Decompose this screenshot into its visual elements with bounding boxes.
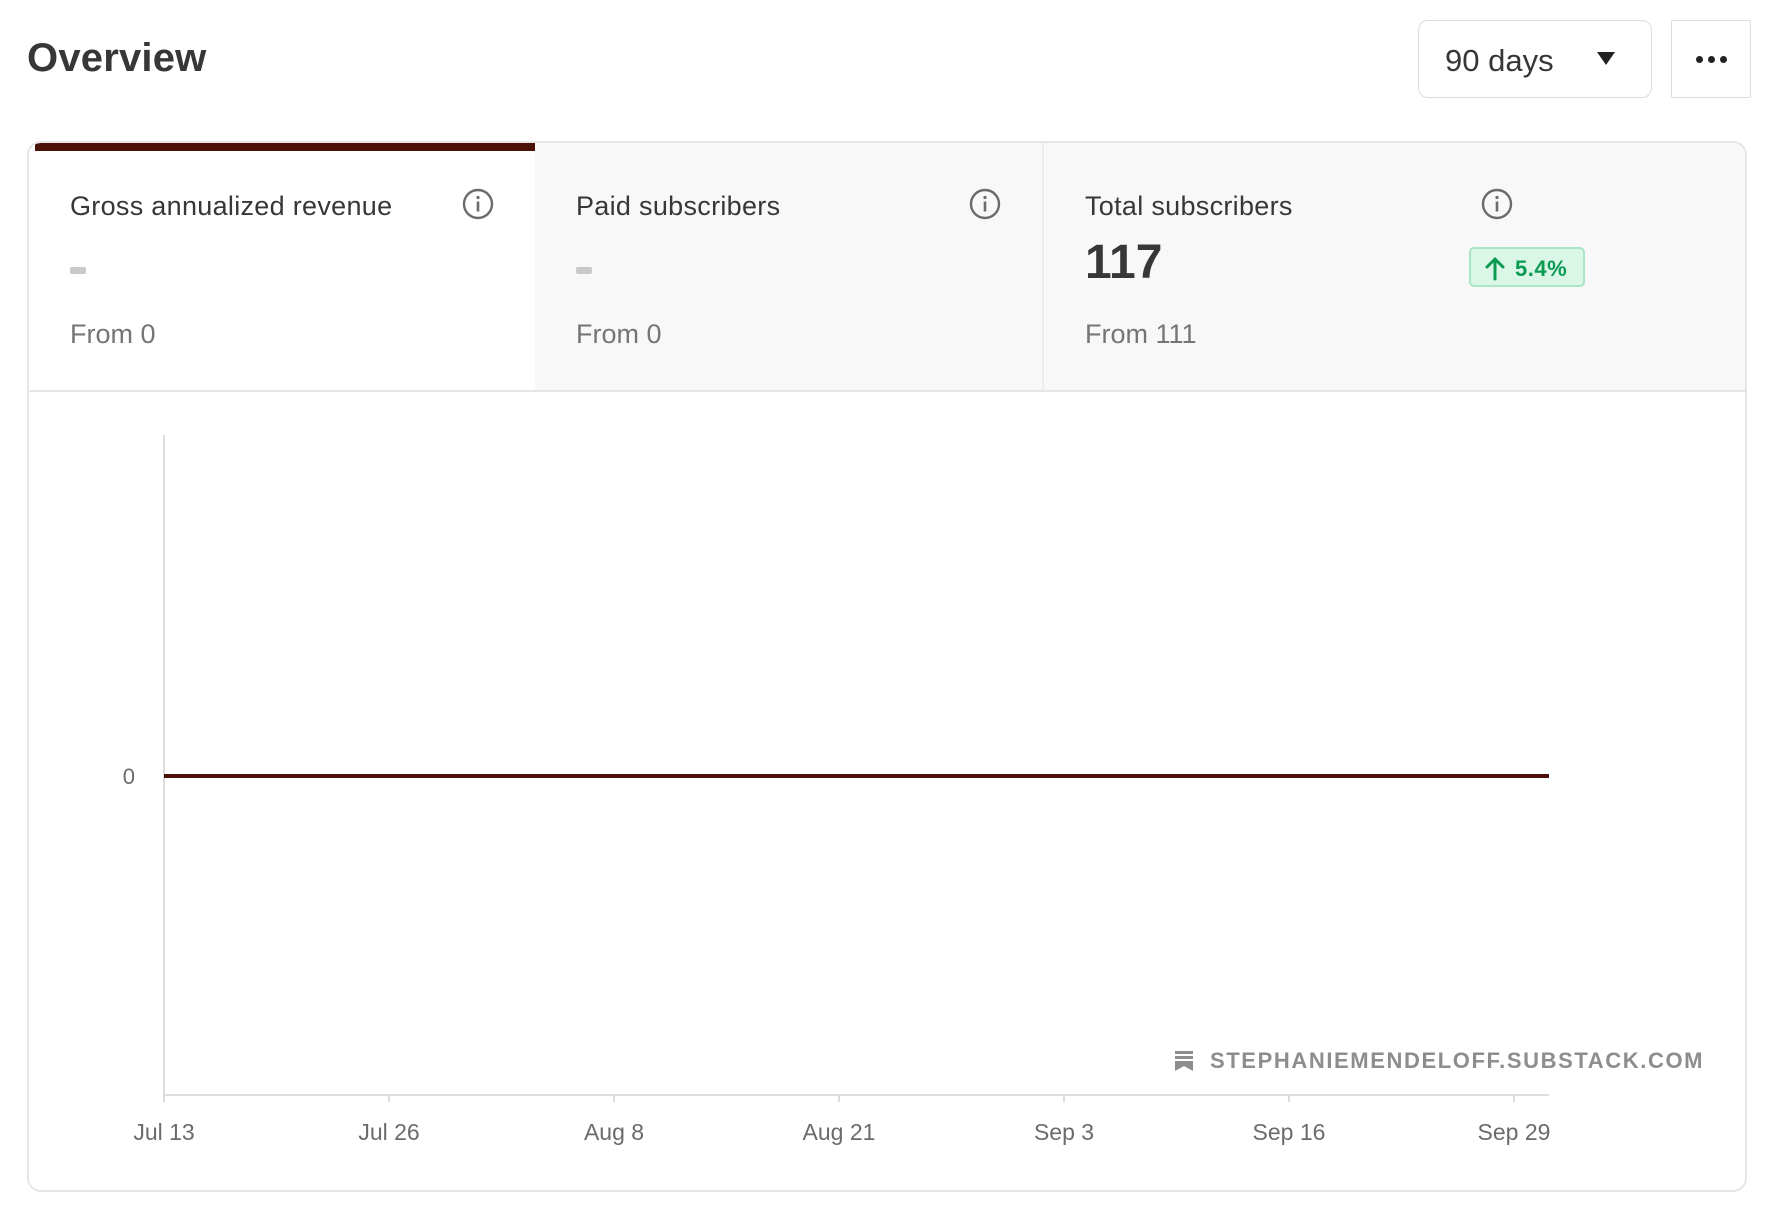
x-tick-label: Jul 26 xyxy=(358,1119,419,1145)
change-percent: 5.4% xyxy=(1515,256,1568,281)
metric-from: From 0 xyxy=(70,319,156,349)
info-icon[interactable] xyxy=(461,187,495,221)
info-icon[interactable] xyxy=(1480,187,1514,221)
metric-from: From 0 xyxy=(576,319,662,349)
arrow-up-icon xyxy=(1485,257,1505,281)
overview-header: Overview 90 days xyxy=(27,20,1755,104)
x-tick-label: Sep 3 xyxy=(1034,1119,1094,1145)
overview-page: Overview 90 days Gross annualized revenu… xyxy=(0,0,1772,1212)
metric-label: Paid subscribers xyxy=(576,191,781,221)
metric-value-placeholder xyxy=(70,267,86,274)
info-icon[interactable] xyxy=(968,187,1002,221)
change-badge: 5.4% xyxy=(1469,247,1585,287)
date-range-select[interactable]: 90 days xyxy=(1418,20,1652,98)
metric-label: Gross annualized revenue xyxy=(70,191,393,221)
metric-value: 117 xyxy=(1085,236,1163,289)
metric-value-placeholder xyxy=(576,267,592,274)
page-title: Overview xyxy=(27,36,207,80)
active-tab-indicator xyxy=(35,143,535,151)
date-range-value: 90 days xyxy=(1445,43,1554,78)
bookmark-icon xyxy=(1175,1051,1193,1071)
x-tick-label: Sep 16 xyxy=(1253,1119,1326,1145)
y-tick-label: 0 xyxy=(123,764,135,789)
x-tick-label: Jul 13 xyxy=(133,1119,194,1145)
tab-paid-subscribers[interactable]: Paid subscribers From 0 xyxy=(535,143,1042,390)
metric-tabs: Gross annualized revenue From 0 Paid sub… xyxy=(29,143,1745,392)
metric-label: Total subscribers xyxy=(1085,191,1293,221)
watermark-text: STEPHANIEMENDELOFF.SUBSTACK.COM xyxy=(1210,1048,1705,1073)
x-tick-label: Aug 8 xyxy=(584,1119,644,1145)
tab-gross-annualized-revenue[interactable]: Gross annualized revenue From 0 xyxy=(29,143,535,390)
x-tick-label: Aug 21 xyxy=(803,1119,876,1145)
more-options-button[interactable] xyxy=(1671,20,1751,98)
x-tick-label: Sep 29 xyxy=(1478,1119,1551,1145)
ellipsis-icon xyxy=(1696,56,1728,64)
metrics-card: Gross annualized revenue From 0 Paid sub… xyxy=(27,141,1747,1192)
metric-from: From 111 xyxy=(1085,319,1197,349)
tab-total-subscribers[interactable]: Total subscribers 117 5.4% From 111 xyxy=(1042,143,1745,390)
chart-area: 0 Jul 13 Jul 26 Aug 8 Aug 21 Sep 3 Sep 16 Sep 2… xyxy=(29,392,1745,1190)
chevron-down-icon xyxy=(1597,52,1615,65)
